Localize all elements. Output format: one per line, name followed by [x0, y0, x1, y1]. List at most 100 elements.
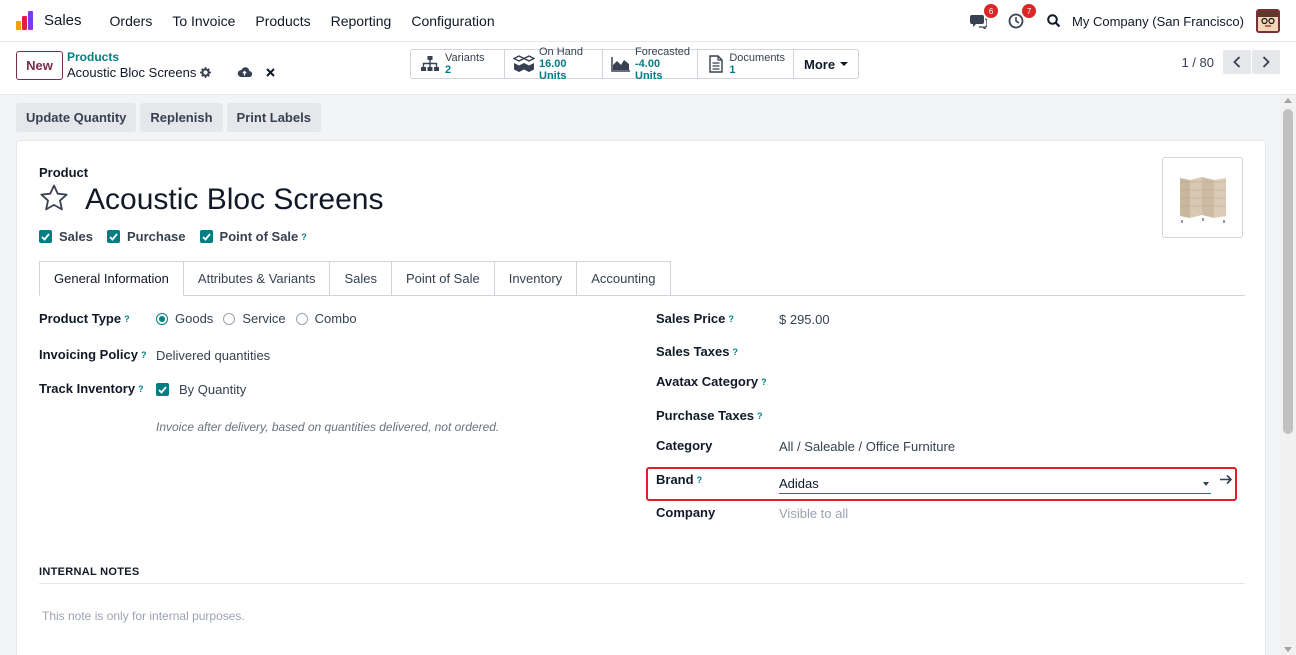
invoicing-policy-label: Invoicing Policy	[39, 347, 138, 362]
variants-label: Variants	[445, 52, 485, 64]
tab-inventory[interactable]: Inventory	[493, 261, 578, 295]
tab-general-information[interactable]: General Information	[39, 261, 184, 296]
brand-field[interactable]: Adidas	[779, 474, 1211, 494]
help-tooltip-icon[interactable]: ?	[124, 314, 130, 324]
company-switcher[interactable]: My Company (San Francisco)	[1072, 14, 1244, 29]
documents-value: 1	[729, 64, 736, 76]
tab-sales[interactable]: Sales	[329, 261, 392, 295]
on-hand-label: On Hand	[539, 46, 584, 58]
user-avatar[interactable]	[1256, 9, 1280, 33]
sales-checkbox[interactable]: Sales	[39, 229, 93, 244]
top-navbar: Sales Orders To Invoice Products Reporti…	[0, 0, 1296, 42]
radio-unselected-icon	[223, 312, 236, 325]
help-tooltip-icon[interactable]: ?	[732, 347, 738, 357]
cloud-save-icon[interactable]	[237, 67, 253, 78]
help-tooltip-icon[interactable]: ?	[761, 377, 767, 387]
caret-down-icon	[840, 62, 849, 66]
smart-buttons: Variants 2 On Hand 16.00 Units Forecasted -…	[410, 46, 860, 82]
company-placeholder: Visible to all	[779, 506, 849, 521]
breadcrumb-parent[interactable]: Products	[67, 50, 119, 64]
sales-app-icon[interactable]	[16, 10, 36, 31]
variants-icon	[419, 53, 441, 75]
activities-clock-icon[interactable]: 7	[1006, 4, 1037, 31]
company-label: Company	[656, 505, 716, 520]
form-sheet: Product Acoustic Bloc Screens Sales Purc…	[16, 140, 1266, 655]
help-tooltip-icon[interactable]: ?	[757, 411, 763, 421]
documents-smart-button[interactable]: Documents 1	[698, 50, 794, 78]
app-name[interactable]: Sales	[44, 12, 82, 29]
sales-checkbox-label: Sales	[59, 229, 93, 244]
replenish-button[interactable]: Replenish	[140, 103, 223, 132]
on-hand-smart-button[interactable]: On Hand 16.00 Units	[505, 46, 603, 82]
track-inventory-row: Track Inventory ?	[39, 381, 144, 396]
purchase-taxes-label: Purchase Taxes	[656, 408, 755, 423]
avatax-category-label: Avatax Category	[656, 374, 759, 389]
help-tooltip-icon[interactable]: ?	[301, 232, 307, 242]
category-field[interactable]: All / Saleable / Office Furniture	[779, 439, 955, 454]
invoicing-policy-value: Delivered quantities	[156, 348, 271, 363]
more-dropdown-button[interactable]: More	[794, 50, 858, 78]
company-field[interactable]: Visible to all	[779, 506, 848, 521]
sales-price-field[interactable]: $ 295.00	[779, 312, 830, 327]
update-quantity-button[interactable]: Update Quantity	[16, 103, 137, 132]
point-of-sale-checkbox[interactable]: Point of Sale ?	[199, 229, 307, 244]
sales-taxes-field[interactable]	[779, 344, 1219, 362]
favorite-star-icon[interactable]	[39, 183, 69, 213]
print-labels-button[interactable]: Print Labels	[226, 103, 321, 132]
sales-taxes-row: Sales Taxes ?	[656, 344, 738, 359]
sales-price-row: Sales Price ?	[656, 311, 734, 326]
menu-configuration[interactable]: Configuration	[401, 13, 504, 29]
search-icon[interactable]	[1044, 11, 1064, 31]
scroll-down-arrow-icon[interactable]	[1284, 647, 1292, 652]
help-tooltip-icon[interactable]: ?	[728, 314, 734, 324]
checkbox-checked-icon[interactable]	[156, 383, 169, 396]
new-button[interactable]: New	[16, 51, 63, 80]
checkbox-checked-icon	[39, 230, 52, 243]
internal-notes-field[interactable]: This note is only for internal purposes.	[42, 609, 245, 623]
help-tooltip-icon[interactable]: ?	[138, 384, 144, 394]
product-label: Product	[39, 165, 89, 180]
track-inventory-field[interactable]: By Quantity	[156, 382, 246, 397]
avatax-category-field[interactable]	[779, 374, 1219, 392]
checkbox-checked-icon	[106, 230, 120, 243]
internal-link-arrow-icon[interactable]	[1220, 474, 1233, 485]
messages-icon[interactable]: 6	[968, 4, 999, 31]
help-tooltip-icon[interactable]: ?	[141, 350, 147, 360]
forecasted-smart-button[interactable]: Forecasted -4.00 Units	[603, 46, 698, 82]
product-type-row: Product Type ?	[39, 311, 130, 326]
radio-goods[interactable]: Goods	[156, 311, 213, 326]
tab-point-of-sale[interactable]: Point of Sale	[390, 261, 495, 295]
menu-products[interactable]: Products	[245, 13, 320, 29]
help-tooltip-icon[interactable]: ?	[697, 475, 703, 485]
variants-smart-button[interactable]: Variants 2	[411, 50, 505, 78]
category-row: Category	[656, 438, 712, 453]
menu-orders[interactable]: Orders	[100, 13, 163, 29]
gear-icon[interactable]	[200, 67, 212, 78]
messages-badge: 6	[984, 4, 999, 18]
product-image[interactable]	[1162, 157, 1243, 238]
invoicing-policy-field[interactable]: Delivered quantities	[156, 348, 270, 363]
variants-value: 2	[445, 64, 452, 76]
scroll-up-arrow-icon[interactable]	[1284, 98, 1292, 103]
radio-combo[interactable]: Combo	[295, 311, 357, 326]
scrollbar-thumb[interactable]	[1283, 109, 1293, 434]
discard-close-icon[interactable]	[266, 68, 276, 77]
product-name-field[interactable]: Acoustic Bloc Screens	[85, 183, 383, 217]
purchase-taxes-row: Purchase Taxes ?	[656, 408, 763, 423]
navbar-systray: 6 7 My Company (San Francisco)	[968, 0, 1280, 42]
document-icon	[706, 53, 725, 75]
pager-next-button[interactable]	[1252, 50, 1280, 74]
radio-service[interactable]: Service	[223, 311, 286, 326]
breadcrumb-current: Acoustic Bloc Screens	[67, 65, 289, 80]
menu-to-invoice[interactable]: To Invoice	[162, 13, 245, 29]
vertical-scrollbar[interactable]	[1280, 95, 1296, 655]
purchase-taxes-field[interactable]	[779, 408, 1219, 426]
purchase-checkbox[interactable]: Purchase	[106, 229, 186, 244]
menu-reporting[interactable]: Reporting	[321, 13, 402, 29]
tab-attributes-variants[interactable]: Attributes & Variants	[182, 261, 331, 295]
pager-previous-button[interactable]	[1223, 50, 1251, 74]
internal-notes-heading: INTERNAL NOTES	[39, 566, 140, 578]
pager-value[interactable]: 1 / 80	[1181, 55, 1214, 70]
tab-accounting[interactable]: Accounting	[576, 261, 671, 295]
dropdown-caret-icon[interactable]	[1203, 481, 1209, 486]
